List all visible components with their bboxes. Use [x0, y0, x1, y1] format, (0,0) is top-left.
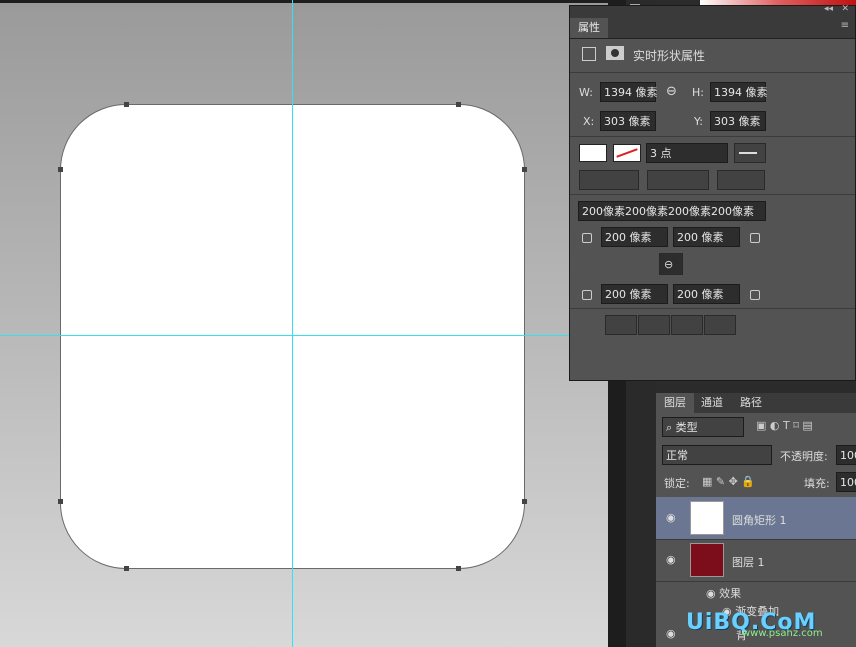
horizontal-guide[interactable] — [0, 335, 608, 336]
stroke-type-dropdown[interactable] — [734, 143, 766, 163]
layers-panel: 图层 通道 路径 ⌕ 类型 ▣ ◐ T ⌑ ▤ 正常 不透明度: 100 锁定:… — [656, 393, 856, 647]
layer-filter-icons[interactable]: ▣ ◐ T ⌑ ▤ — [756, 419, 813, 432]
layer-thumbnail — [690, 543, 724, 577]
anchor-point[interactable] — [124, 102, 129, 107]
anchor-point[interactable] — [522, 167, 527, 172]
exclude-overlap-button[interactable] — [704, 315, 736, 335]
close-icon[interactable]: ✕ — [841, 4, 849, 14]
search-icon: ⌕ — [666, 421, 676, 434]
shape-properties-icon[interactable] — [582, 47, 596, 61]
stroke-align-dropdown[interactable] — [579, 170, 639, 190]
layer-row-layer1[interactable]: ◉ 图层 1 — [656, 539, 856, 582]
w-label: W: — [579, 86, 593, 99]
corner-bl-icon — [582, 290, 592, 300]
tab-properties[interactable]: 属性 — [570, 18, 608, 38]
corner-br-icon — [750, 290, 760, 300]
document-canvas[interactable] — [0, 0, 608, 647]
stroke-swatch[interactable] — [613, 144, 641, 162]
radius-bottom-right[interactable]: 200 像素 — [673, 284, 740, 304]
h-label: H: — [692, 86, 704, 99]
visibility-eye-icon[interactable]: ◉ — [666, 511, 676, 524]
opacity-field[interactable]: 100 — [836, 445, 856, 465]
link-icon[interactable]: ⊖ — [666, 84, 677, 99]
lock-icons[interactable]: ▦ ✎ ✥ 🔒 — [702, 475, 755, 488]
corner-tr-icon — [750, 233, 760, 243]
effects-label: ◉ 效果 — [706, 587, 742, 600]
lock-label: 锁定: — [664, 477, 690, 490]
corner-radius-summary[interactable]: 200像素200像素200像素200像素 — [578, 201, 766, 221]
anchor-point[interactable] — [58, 167, 63, 172]
width-field[interactable]: 1394 像素 — [600, 82, 658, 102]
x-field[interactable]: 303 像素 — [600, 111, 656, 131]
anchor-point[interactable] — [456, 102, 461, 107]
panel-titlebar: ◂◂ ✕ — [570, 4, 855, 18]
anchor-point[interactable] — [456, 566, 461, 571]
canvas-top-edge — [0, 0, 608, 3]
height-field[interactable]: 1394 像素 — [710, 82, 768, 102]
fill-field[interactable]: 100 — [836, 472, 856, 492]
fill-label: 填充: — [804, 477, 830, 490]
anchor-point[interactable] — [124, 566, 129, 571]
visibility-eye-icon[interactable]: ◉ — [666, 627, 676, 640]
x-label: X: — [583, 115, 595, 128]
stroke-width-field[interactable]: 3 点 — [646, 143, 728, 163]
subtract-front-button[interactable] — [638, 315, 670, 335]
radius-top-right[interactable]: 200 像素 — [673, 227, 740, 247]
layer-name[interactable]: 图层 1 — [732, 554, 765, 570]
vertical-guide[interactable] — [292, 0, 293, 647]
visibility-eye-icon[interactable]: ◉ — [706, 587, 719, 600]
tab-channels[interactable]: 通道 — [701, 396, 723, 410]
collapse-icon[interactable]: ◂◂ — [824, 4, 833, 14]
radius-bottom-left[interactable]: 200 像素 — [601, 284, 668, 304]
stroke-corner-dropdown[interactable] — [717, 170, 765, 190]
layer-row-rounded-rect[interactable]: ◉ 圆角矩形 1 — [656, 497, 856, 540]
filter-kind-label: 类型 — [675, 421, 698, 434]
tab-layers[interactable]: 图层 — [656, 393, 694, 413]
blend-mode-select[interactable]: 正常 — [662, 445, 772, 465]
mask-properties-icon[interactable] — [606, 46, 624, 60]
stroke-cap-dropdown[interactable] — [647, 170, 709, 190]
corner-tl-icon — [582, 233, 592, 243]
opacity-label: 不透明度: — [780, 450, 828, 463]
tab-paths[interactable]: 路径 — [740, 396, 762, 410]
layer-name[interactable]: 圆角矩形 1 — [732, 512, 787, 528]
anchor-point[interactable] — [58, 499, 63, 504]
fill-swatch[interactable] — [579, 144, 607, 162]
link-radii-icon[interactable]: ⊖ — [659, 253, 683, 275]
panel-menu-icon[interactable]: ≡ — [841, 20, 849, 31]
anchor-point[interactable] — [522, 499, 527, 504]
watermark-url: www.psahz.com — [742, 628, 823, 639]
properties-panel: ◂◂ ✕ 属性 ≡ 实时形状属性 W: 1394 像素 ⊖ H: 1394 像素… — [569, 4, 856, 381]
y-field[interactable]: 303 像素 — [710, 111, 766, 131]
filter-kind-select[interactable]: ⌕ 类型 — [662, 417, 744, 437]
combine-shapes-button[interactable] — [605, 315, 637, 335]
visibility-eye-icon[interactable]: ◉ — [666, 553, 676, 566]
y-label: Y: — [694, 115, 703, 128]
radius-top-left[interactable]: 200 像素 — [601, 227, 668, 247]
intersect-shapes-button[interactable] — [671, 315, 703, 335]
layer-thumbnail — [690, 501, 724, 535]
panel-header-title: 实时形状属性 — [633, 49, 706, 63]
